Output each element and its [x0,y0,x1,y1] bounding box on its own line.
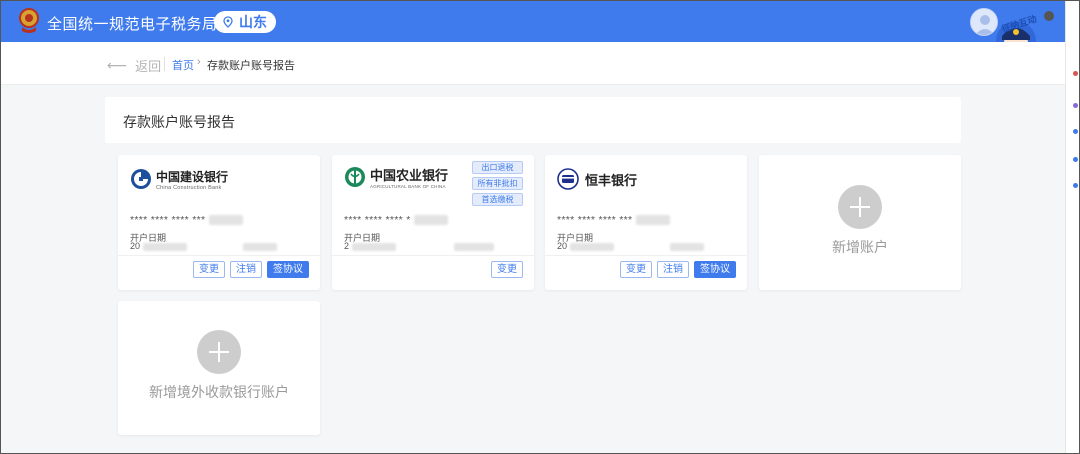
account-number-masked: **** **** **** *** [130,214,206,226]
redacted-digits [208,215,243,226]
tax-emblem-icon [19,8,39,33]
card-actions: 变更 注销 签协议 [620,261,736,278]
region-selector[interactable]: 山东 [214,11,276,33]
breadcrumb: ⟵ 返回 首页 › 存款账户账号报告 [1,42,1065,85]
back-label: 返回 [135,59,162,74]
tag-non-batch-deduction: 所有非批扣 [472,177,523,190]
card-divider [332,255,534,256]
bank-name: 恒丰银行 [585,172,638,188]
add-foreign-account-card[interactable]: 新增境外收款银行账户 [118,301,320,435]
account-card-hengfeng: 恒丰银行 **** **** **** *** 开户日期 20 变更 注销 签协… [545,155,747,290]
plus-icon [197,330,241,374]
open-date-prefix: 20 [130,241,141,251]
top-header: 全国统一规范电子税务局 山东 [1,1,1065,42]
open-date-prefix: 20 [557,241,568,251]
scrollbar-marker [1073,71,1078,76]
account-number: **** **** **** *** [130,214,243,226]
card-actions: 变更 [491,261,523,278]
change-button[interactable]: 变更 [193,261,225,278]
abc-logo-icon [345,167,365,187]
open-date-value: 20 [130,241,278,251]
breadcrumb-separator: › [197,56,201,68]
sign-agreement-button[interactable]: 签协议 [694,261,736,278]
add-account-label: 新增账户 [832,239,888,255]
redacted-date [569,242,614,251]
bank-logo: 恒丰银行 [557,167,637,191]
card-divider [118,255,320,256]
scrollbar-marker [1073,103,1078,108]
notification-dot[interactable] [1044,11,1054,21]
redacted-date [243,242,278,251]
plus-icon [838,185,882,229]
bank-logo: 中国农业银行 AGRICULTURAL BANK OF CHINA [344,165,448,189]
app-title: 全国统一规范电子税务局 [47,16,218,33]
location-pin-icon [223,16,233,28]
open-date-value: 20 [557,241,705,251]
scrollbar-marker [1073,183,1078,188]
page-scrollbar[interactable] [1065,1,1079,453]
account-card-ccb: 中国建设银行 China Construction Bank **** ****… [118,155,320,290]
account-card-abc: 中国农业银行 AGRICULTURAL BANK OF CHINA 出口退税 所… [332,155,534,290]
account-number-masked: **** **** **** * [344,214,411,226]
add-account-card[interactable]: 新增账户 [759,155,961,290]
bank-logo: 中国建设银行 China Construction Bank [130,167,228,191]
breadcrumb-current: 存款账户账号报告 [207,60,295,72]
redacted-date [454,242,495,251]
change-button[interactable]: 变更 [620,261,652,278]
bank-name: 中国农业银行 [370,169,449,184]
sign-agreement-button[interactable]: 签协议 [267,261,309,278]
cancel-account-button[interactable]: 注销 [657,261,689,278]
page-title: 存款账户账号报告 [123,114,235,130]
account-number: **** **** **** *** [557,214,670,226]
add-foreign-account-label: 新增境外收款银行账户 [149,384,289,400]
card-divider [545,255,747,256]
breadcrumb-home-link[interactable]: 首页 [172,57,194,73]
redacted-date [670,242,705,251]
tag-export-refund: 出口退税 [472,161,523,174]
redacted-date [351,242,396,251]
open-date-prefix: 2 [344,241,350,251]
open-date-value: 2 [344,241,495,251]
scrollbar-marker [1073,157,1078,162]
ccb-logo-icon [131,169,151,189]
tag-preferred-tax-payment: 首选缴税 [472,193,523,206]
cancel-account-button[interactable]: 注销 [230,261,262,278]
redacted-date [142,242,187,251]
card-actions: 变更 注销 签协议 [193,261,309,278]
redacted-digits [635,215,670,226]
bank-name: 中国建设银行 [156,169,229,184]
section-header: 存款账户账号报告 [105,97,961,143]
divider [164,57,165,71]
account-number: **** **** **** * [344,214,448,226]
account-tags: 出口退税 所有非批扣 首选缴税 [472,161,523,206]
region-label: 山东 [239,14,267,30]
bank-subtitle: AGRICULTURAL BANK OF CHINA [370,184,446,189]
change-button[interactable]: 变更 [491,261,523,278]
account-number-masked: **** **** **** *** [557,214,633,226]
scrollbar-marker [1073,129,1078,134]
redacted-digits [413,215,448,226]
hengfeng-logo-icon [557,168,579,190]
back-button[interactable]: ⟵ 返回 [107,56,161,75]
arrow-left-icon: ⟵ [107,57,128,73]
app-window: 全国统一规范电子税务局 山东 征纳互动 ⟵ 返回 首页 › 存款账户账号报告 存… [0,0,1080,454]
bank-subtitle: China Construction Bank [156,184,222,191]
